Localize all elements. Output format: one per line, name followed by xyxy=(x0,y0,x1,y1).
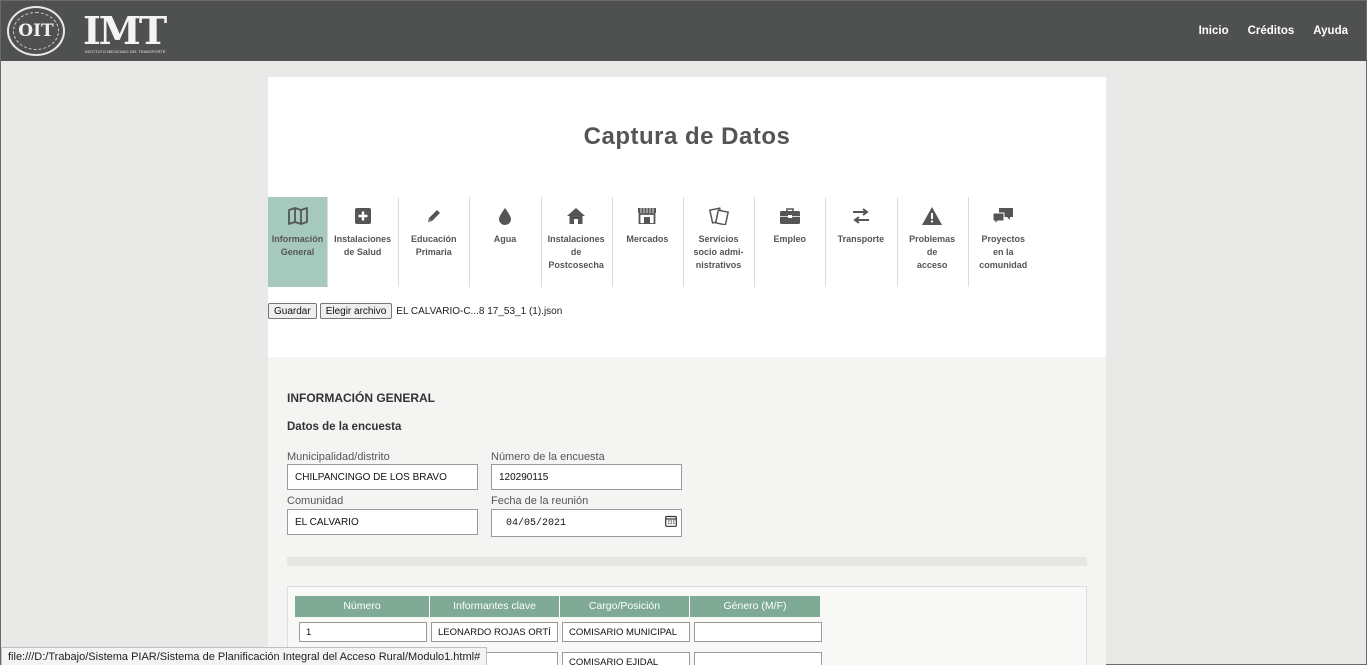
home-icon xyxy=(565,205,587,227)
column-header: Género (M/F) xyxy=(690,596,820,617)
nav-ayuda-link[interactable]: Ayuda xyxy=(1313,25,1348,37)
plus-square-icon xyxy=(352,205,374,227)
table-row: 1 LEONARDO ROJAS ORTÍ COMISARIO MUNICIPA… xyxy=(299,622,822,642)
arrows-exchange-icon xyxy=(850,205,872,227)
position-cell[interactable]: COMISARIO EJIDAL xyxy=(562,652,690,665)
meeting-date-field[interactable]: 04/05/2021 xyxy=(491,509,682,537)
browser-status-bar: file:///D:/Trabajo/Sistema PIAR/Sistema … xyxy=(1,647,488,665)
section-title: INFORMACIÓN GENERAL xyxy=(287,391,435,405)
tab-label: Instalaciones de Salud xyxy=(334,234,392,257)
tab-label: Instalaciones de Postcosecha xyxy=(547,234,605,270)
tab-label: Mercados xyxy=(626,234,669,244)
briefcase-icon xyxy=(779,205,801,227)
warning-icon xyxy=(921,205,943,227)
tab-empleo[interactable]: Empleo xyxy=(754,197,825,287)
module-tabs: Información General Instalaciones de Sal… xyxy=(268,197,1039,287)
survey-number-label: Número de la encuesta xyxy=(491,451,605,463)
meeting-date-value: 04/05/2021 xyxy=(506,517,567,529)
meeting-date-label: Fecha de la reunión xyxy=(491,495,589,507)
column-header: Cargo/Posición xyxy=(560,596,690,617)
subsection-title: Datos de la encuesta xyxy=(287,421,402,433)
calendar-icon[interactable] xyxy=(665,515,677,531)
survey-number-field[interactable]: 120290115 xyxy=(491,464,682,490)
column-header: Informantes clave xyxy=(430,596,560,617)
tab-proyectos-comunidad[interactable]: Proyectos en la comunidad xyxy=(967,197,1039,287)
logo-group: OIT IMT INSTITUTO MEXICANO DEL TRANSPORT… xyxy=(1,6,167,56)
informant-cell[interactable]: LEONARDO ROJAS ORTÍ xyxy=(431,622,558,642)
comments-icon xyxy=(992,205,1014,227)
municipality-field[interactable]: CHILPANCINGO DE LOS BRAVO xyxy=(287,464,478,490)
pencil-icon xyxy=(423,205,445,227)
status-url: file:///D:/Trabajo/Sistema PIAR/Sistema … xyxy=(8,650,481,663)
store-icon xyxy=(636,205,658,227)
tab-problemas-acceso[interactable]: Problemas de acceso xyxy=(896,197,968,287)
page-title: Captura de Datos xyxy=(583,123,791,150)
nav-inicio-link[interactable]: Inicio xyxy=(1199,25,1229,37)
gender-cell[interactable] xyxy=(694,652,822,665)
tab-label: Información General xyxy=(271,234,324,257)
column-header: Número xyxy=(295,596,430,617)
tab-agua[interactable]: Agua xyxy=(469,197,540,287)
imt-logo[interactable]: IMT INSTITUTO MEXICANO DEL TRANSPORTE xyxy=(83,6,167,56)
documents-icon xyxy=(708,205,730,227)
drop-icon xyxy=(494,205,516,227)
tab-educacion-primaria[interactable]: Educación Primaria xyxy=(398,197,469,287)
top-nav: Inicio Créditos Ayuda xyxy=(1199,25,1366,37)
section-divider xyxy=(287,557,1087,566)
tab-servicios-socioadministrativos[interactable]: Servicios socio admi- nistrativos xyxy=(682,197,754,287)
oit-logo-text: OIT xyxy=(18,21,54,41)
community-label: Comunidad xyxy=(287,495,344,507)
save-button[interactable]: Guardar xyxy=(268,303,317,319)
community-field[interactable]: EL CALVARIO xyxy=(287,509,478,535)
tab-label: Proyectos en la comunidad xyxy=(979,234,1028,270)
table-header: Número Informantes clave Cargo/Posición … xyxy=(295,596,820,617)
tab-label: Empleo xyxy=(773,234,806,244)
imt-logo-subtext: INSTITUTO MEXICANO DEL TRANSPORTE xyxy=(85,49,166,54)
tab-instalaciones-salud[interactable]: Instalaciones de Salud xyxy=(327,197,398,287)
position-cell[interactable]: COMISARIO MUNICIPAL xyxy=(562,622,690,642)
municipality-label: Municipalidad/distrito xyxy=(287,451,390,463)
top-bar: OIT IMT INSTITUTO MEXICANO DEL TRANSPORT… xyxy=(1,1,1366,61)
selected-file-name: EL CALVARIO-C...8 17_53_1 (1).json xyxy=(396,305,563,317)
nav-creditos-link[interactable]: Créditos xyxy=(1248,25,1295,37)
oit-logo[interactable]: OIT xyxy=(7,6,65,56)
number-cell[interactable]: 1 xyxy=(299,622,427,642)
map-icon xyxy=(287,205,309,227)
gender-cell[interactable] xyxy=(694,622,822,642)
tab-label: Servicios socio admi- nistrativos xyxy=(693,234,744,270)
tab-informacion-general[interactable]: Información General xyxy=(268,197,327,287)
choose-file-button[interactable]: Elegir archivo xyxy=(319,303,393,319)
tab-transporte[interactable]: Transporte xyxy=(825,197,896,287)
tab-label: Educación Primaria xyxy=(411,234,457,257)
file-toolbar: Guardar Elegir archivo EL CALVARIO-C...8… xyxy=(268,303,562,319)
tab-instalaciones-postcosecha[interactable]: Instalaciones de Postcosecha xyxy=(540,197,612,287)
form-area: INFORMACIÓN GENERAL Datos de la encuesta… xyxy=(268,357,1106,665)
imt-logo-text: IMT xyxy=(83,8,167,53)
tab-mercados[interactable]: Mercados xyxy=(611,197,683,287)
tab-label: Problemas de acceso xyxy=(909,234,956,270)
main-card: Captura de Datos Información General Ins… xyxy=(268,77,1106,665)
tab-label: Agua xyxy=(493,234,517,244)
tab-label: Transporte xyxy=(837,234,885,244)
